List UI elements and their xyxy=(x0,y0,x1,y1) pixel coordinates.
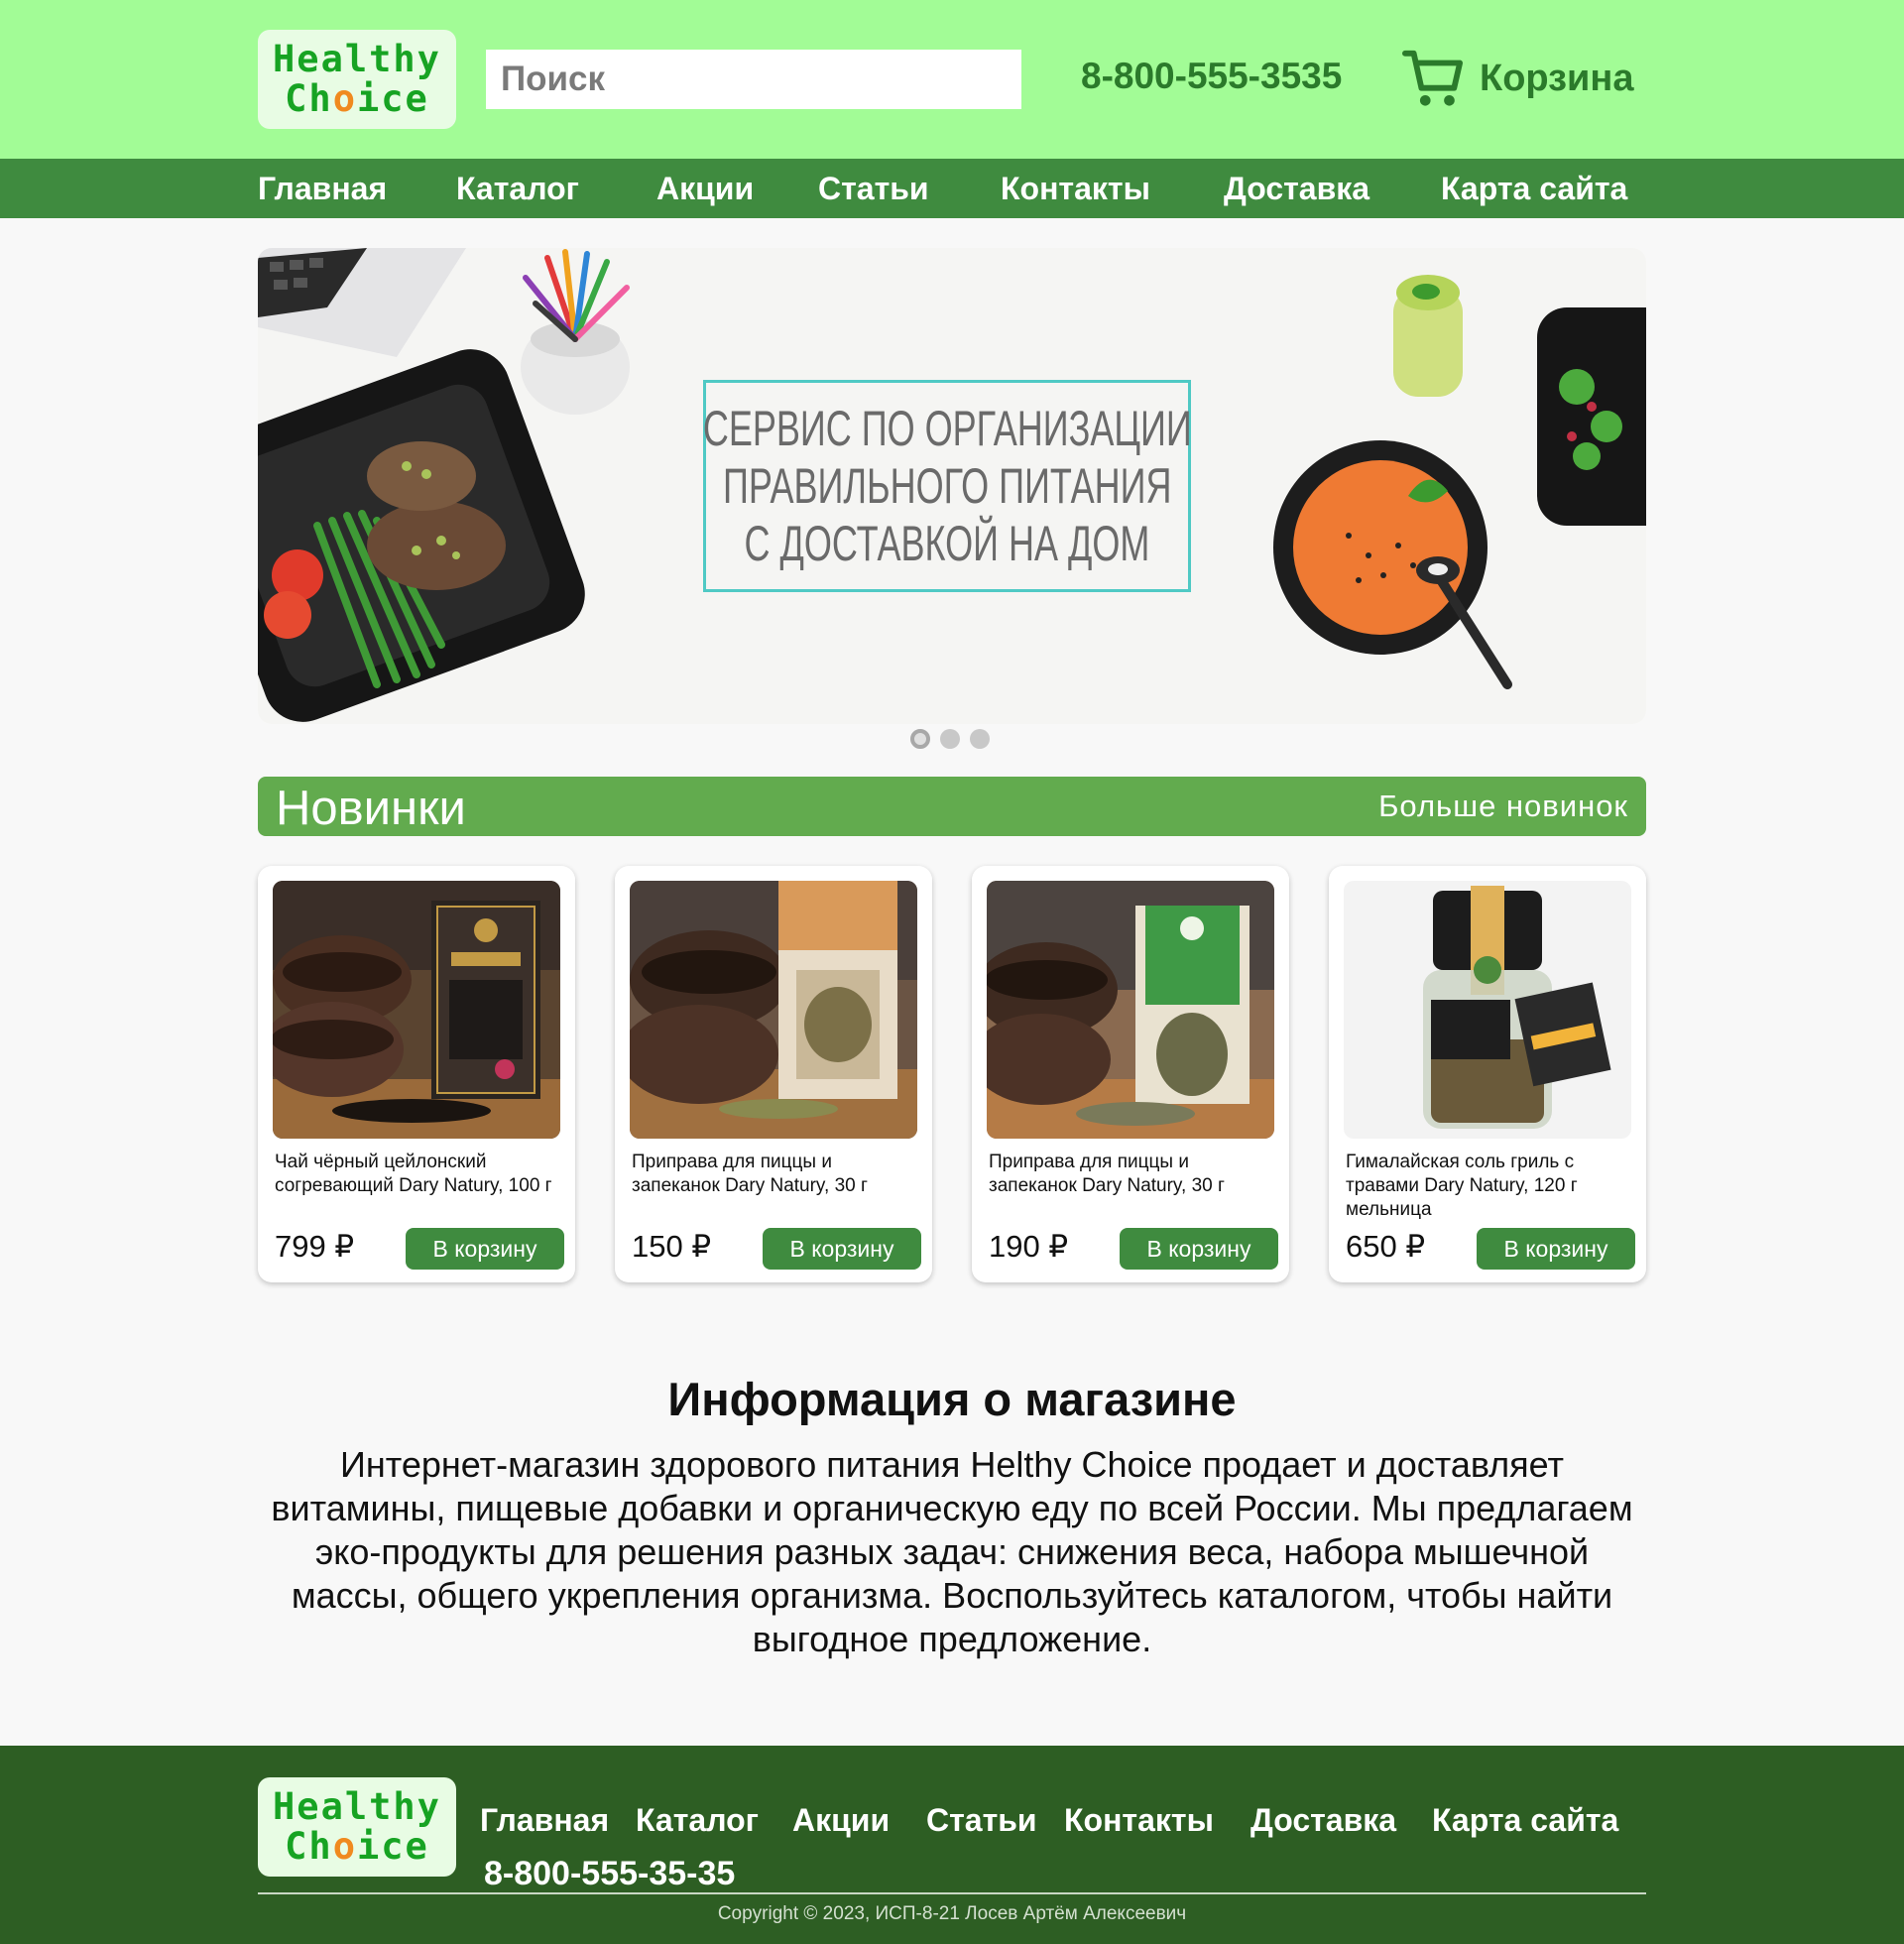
footer-nav-item-articles[interactable]: Статьи xyxy=(926,1802,1037,1839)
product-name[interactable]: Приправа для пиццы и запеканок Dary Natu… xyxy=(632,1151,925,1198)
nav-item-contacts[interactable]: Контакты xyxy=(1001,171,1150,207)
logo-line-1: Healthy xyxy=(273,1785,441,1829)
hero-line-3: С ДОСТАВКОЙ НА ДОМ xyxy=(744,516,1150,571)
product-price: 650 ₽ xyxy=(1346,1229,1426,1264)
carrot-o-glyph: o xyxy=(332,77,357,120)
new-arrivals-title: Новинки xyxy=(276,782,466,835)
nav-item-sitemap[interactable]: Карта сайта xyxy=(1441,171,1627,207)
add-to-cart-button[interactable]: В корзину xyxy=(763,1228,921,1270)
footer-nav-item-sitemap[interactable]: Карта сайта xyxy=(1432,1802,1618,1839)
footer-nav-item-delivery[interactable]: Доставка xyxy=(1250,1802,1396,1839)
logo-line-1: Healthy xyxy=(273,38,441,81)
cart-label: Корзина xyxy=(1480,57,1634,99)
new-arrivals-header: Новинки Больше новинок xyxy=(258,777,1646,836)
carousel-dot-2[interactable] xyxy=(940,729,960,749)
product-image[interactable] xyxy=(987,881,1274,1139)
product-price: 799 ₽ xyxy=(275,1229,355,1264)
site-header: Healthy Choice 8-800-555-3535 Корзина xyxy=(0,0,1904,159)
product-card[interactable]: Чай чёрный цейлонский согревающий Dary N… xyxy=(258,866,575,1282)
header-phone[interactable]: 8-800-555-3535 xyxy=(1081,56,1342,97)
hero-headline: СЕРВИС ПО ОРГАНИЗАЦИИ ПРАВИЛЬНОГО ПИТАНИ… xyxy=(702,380,1192,592)
nav-item-home[interactable]: Главная xyxy=(258,171,387,207)
carousel-dot-3[interactable] xyxy=(970,729,990,749)
nav-item-articles[interactable]: Статьи xyxy=(818,171,929,207)
carrot-o-glyph: o xyxy=(332,1825,357,1868)
product-price: 150 ₽ xyxy=(632,1229,712,1264)
product-image[interactable] xyxy=(273,881,560,1139)
product-image[interactable] xyxy=(1344,881,1631,1139)
product-name[interactable]: Приправа для пиццы и запеканок Dary Natu… xyxy=(989,1151,1282,1198)
nav-item-catalog[interactable]: Каталог xyxy=(456,171,579,207)
product-card[interactable]: Приправа для пиццы и запеканок Dary Natu… xyxy=(972,866,1289,1282)
hero-line-2: ПРАВИЛЬНОГО ПИТАНИЯ xyxy=(722,458,1172,514)
footer-nav-item-contacts[interactable]: Контакты xyxy=(1064,1802,1214,1839)
footer-nav-item-home[interactable]: Главная xyxy=(480,1802,609,1839)
site-footer: Healthy Choice Главная Каталог Акции Ста… xyxy=(0,1746,1904,1944)
add-to-cart-button[interactable]: В корзину xyxy=(406,1228,564,1270)
footer-nav-item-catalog[interactable]: Каталог xyxy=(636,1802,759,1839)
cart-button[interactable]: Корзина xyxy=(1402,48,1633,109)
hero-line-1: СЕРВИС ПО ОРГАНИЗАЦИИ xyxy=(702,401,1192,456)
product-price: 190 ₽ xyxy=(989,1229,1069,1264)
store-info-title: Информация о магазине xyxy=(667,1373,1237,1425)
nav-item-delivery[interactable]: Доставка xyxy=(1224,171,1369,207)
footer-nav-item-promotions[interactable]: Акции xyxy=(792,1802,890,1839)
store-info-text: Интернет-магазин здорового питания Helth… xyxy=(271,1444,1633,1659)
search-input[interactable] xyxy=(486,50,1021,109)
site-logo[interactable]: Healthy Choice xyxy=(258,30,456,129)
carousel-dot-1[interactable] xyxy=(910,729,930,749)
product-name[interactable]: Чай чёрный цейлонский согревающий Dary N… xyxy=(275,1151,568,1198)
footer-phone[interactable]: 8-800-555-35-35 xyxy=(484,1855,735,1893)
logo-line-2: Choice xyxy=(285,77,429,120)
product-card[interactable]: Приправа для пиццы и запеканок Dary Natu… xyxy=(615,866,932,1282)
add-to-cart-button[interactable]: В корзину xyxy=(1477,1228,1635,1270)
product-name[interactable]: Гималайская соль гриль с травами Dary Na… xyxy=(1346,1151,1639,1222)
carousel-dots xyxy=(910,729,990,749)
product-card[interactable]: Гималайская соль гриль с травами Dary Na… xyxy=(1329,866,1646,1282)
add-to-cart-button[interactable]: В корзину xyxy=(1120,1228,1278,1270)
logo-line-2: Choice xyxy=(285,1825,429,1868)
nav-item-promotions[interactable]: Акции xyxy=(656,171,754,207)
hero-banner[interactable]: СЕРВИС ПО ОРГАНИЗАЦИИ ПРАВИЛЬНОГО ПИТАНИ… xyxy=(258,248,1646,724)
product-image[interactable] xyxy=(630,881,917,1139)
shopping-cart-icon xyxy=(1402,50,1464,106)
footer-logo[interactable]: Healthy Choice xyxy=(258,1777,456,1877)
copyright-text: Copyright © 2023, ИСП-8-21 Лосев Артём А… xyxy=(717,1903,1187,1924)
main-nav: Главная Каталог Акции Статьи Контакты До… xyxy=(0,159,1904,218)
footer-divider xyxy=(258,1892,1646,1894)
more-new-arrivals-link[interactable]: Больше новинок xyxy=(1378,789,1628,824)
